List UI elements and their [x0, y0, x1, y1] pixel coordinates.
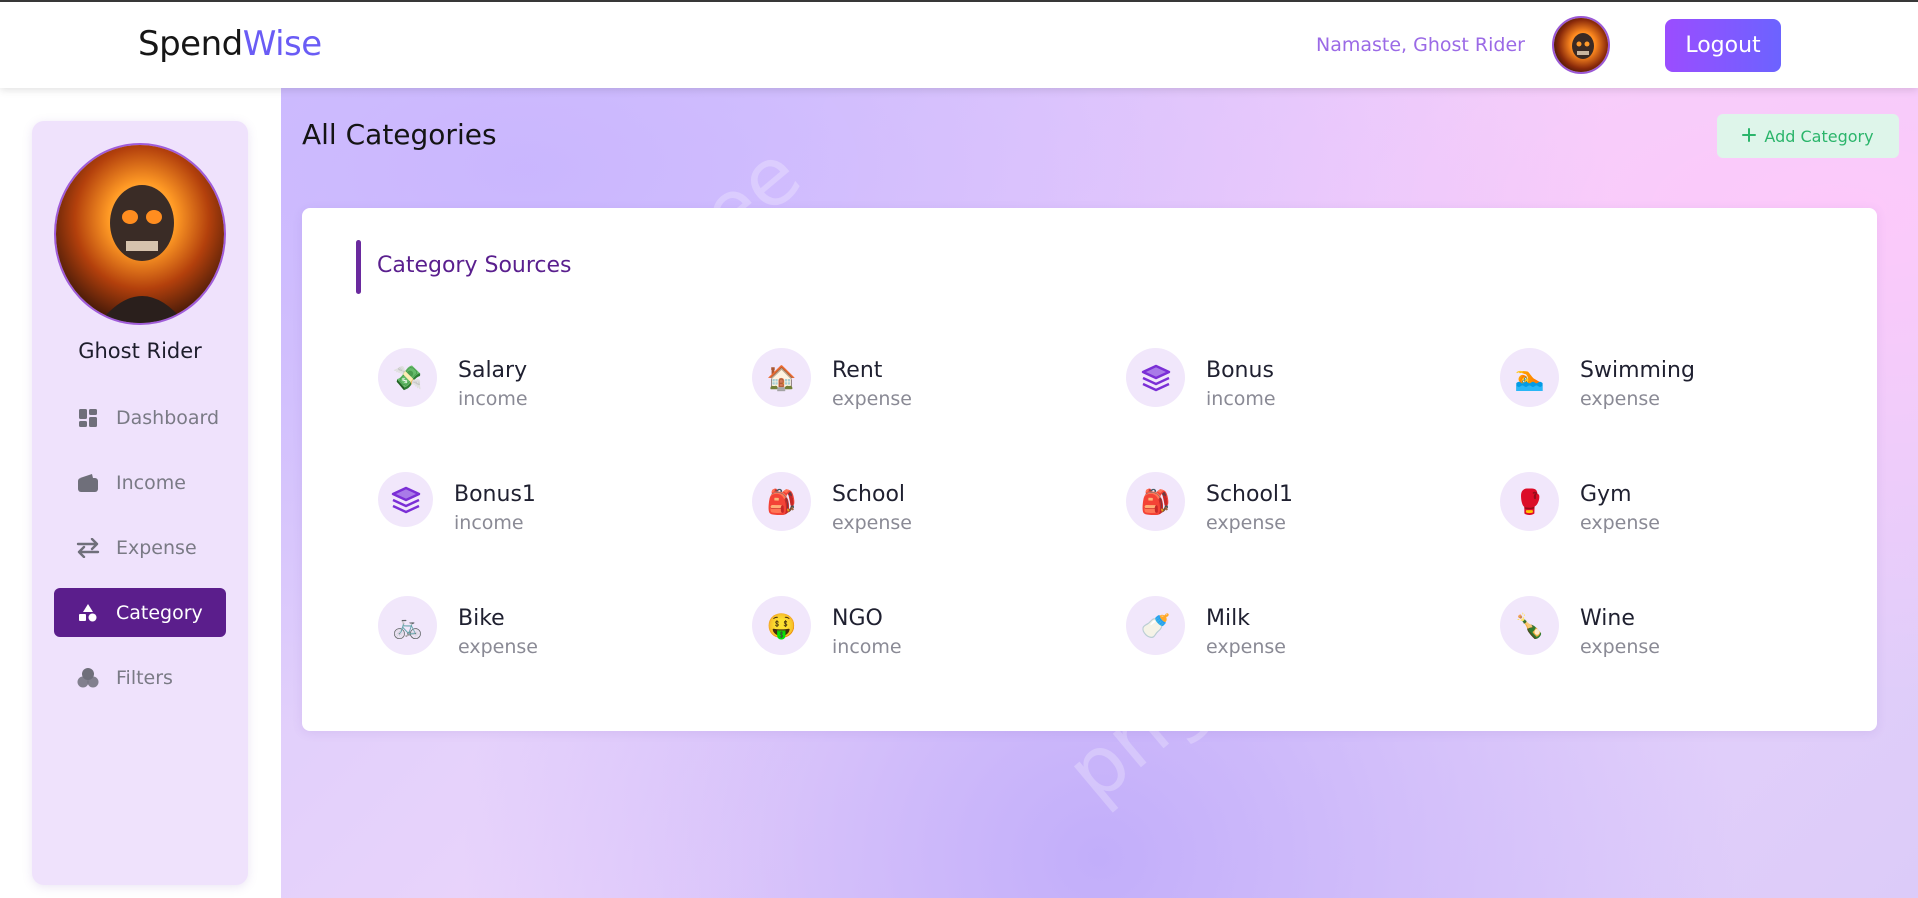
list-item[interactable]: 🍾 Wine expense: [1500, 596, 1800, 658]
list-item[interactable]: 🤑 NGO income: [752, 596, 1052, 658]
category-type: expense: [1206, 512, 1286, 534]
bicycle-icon: 🚲: [378, 596, 437, 655]
sidebar-item-label: Dashboard: [116, 406, 220, 429]
list-item[interactable]: 🍼 Milk expense: [1126, 596, 1426, 658]
card-title-accent: [356, 240, 361, 294]
filters-icon: [76, 666, 100, 690]
money-icon: 💸: [378, 348, 437, 407]
category-name: Gym: [1580, 482, 1632, 507]
list-item[interactable]: 🎒 School expense: [752, 472, 1052, 534]
category-name: Wine: [1580, 606, 1635, 631]
category-name: Rent: [832, 358, 883, 383]
add-category-button[interactable]: Add Category: [1717, 114, 1899, 158]
sidebar-item-filters[interactable]: Filters: [54, 653, 226, 702]
list-item[interactable]: 💸 Salary income: [378, 348, 678, 410]
list-item[interactable]: 🎒 School1 expense: [1126, 472, 1426, 534]
brand-text-spend: Spend: [138, 24, 243, 64]
list-item[interactable]: 🏠 Rent expense: [752, 348, 1052, 410]
stack-icon: [378, 472, 433, 527]
sidebar-item-label: Filters: [116, 666, 173, 689]
category-type: expense: [1580, 512, 1660, 534]
category-name: School: [832, 482, 906, 507]
sidebar-item-expense[interactable]: Expense: [54, 523, 226, 572]
category-type: expense: [1580, 388, 1660, 410]
category-type: income: [458, 388, 528, 410]
top-header: SpendWise Namaste, Ghost Rider Logout: [0, 2, 1918, 88]
user-greeting: Namaste, Ghost Rider: [1316, 34, 1525, 56]
swap-arrows-icon: [76, 536, 100, 560]
category-name: Bonus: [1206, 358, 1274, 383]
stack-icon: [1126, 348, 1185, 407]
category-name: School1: [1206, 482, 1294, 507]
page-title: All Categories: [302, 118, 497, 151]
house-icon: 🏠: [752, 348, 811, 407]
swimmer-icon: 🏊: [1500, 348, 1559, 407]
header-avatar[interactable]: [1552, 16, 1610, 74]
category-name: NGO: [832, 606, 883, 631]
profile-name: Ghost Rider: [78, 339, 202, 363]
profile-avatar[interactable]: [54, 143, 226, 325]
category-name: Bonus1: [454, 482, 536, 507]
sidebar-item-dashboard[interactable]: Dashboard: [54, 393, 226, 442]
category-type: expense: [1580, 636, 1660, 658]
category-type: expense: [1206, 636, 1286, 658]
category-name: Swimming: [1580, 358, 1695, 383]
sidebar-item-category[interactable]: Category: [54, 588, 226, 637]
category-type: expense: [458, 636, 538, 658]
brand-text-wise: Wise: [242, 24, 322, 64]
backpack-icon: 🎒: [752, 472, 811, 531]
category-sources-card: Category Sources 💸 Salary income 🏠 Rent …: [302, 208, 1877, 731]
baby-bottle-icon: 🍼: [1126, 596, 1185, 655]
list-item[interactable]: Bonus1 income: [378, 472, 678, 534]
dashboard-icon: [76, 406, 100, 430]
sidebar-item-label: Category: [116, 601, 203, 624]
plus-icon: [1742, 127, 1757, 146]
sidebar: Ghost Rider Dashboard Income Expense Cat…: [32, 121, 248, 885]
boxing-glove-icon: 🥊: [1500, 472, 1559, 531]
backpack-icon: 🎒: [1126, 472, 1185, 531]
category-type: income: [832, 636, 902, 658]
sidebar-nav: Dashboard Income Expense Category Filter…: [54, 393, 226, 718]
shapes-icon: [76, 601, 100, 625]
list-item[interactable]: 🚲 Bike expense: [378, 596, 678, 658]
category-type: expense: [832, 388, 912, 410]
list-item[interactable]: Bonus income: [1126, 348, 1426, 410]
wallet-icon: [76, 471, 100, 495]
sidebar-item-label: Expense: [116, 536, 197, 559]
champagne-bottle-icon: 🍾: [1500, 596, 1559, 655]
brand-logo[interactable]: SpendWise: [138, 24, 322, 64]
logout-button[interactable]: Logout: [1665, 19, 1781, 72]
category-name: Milk: [1206, 606, 1250, 631]
category-name: Salary: [458, 358, 528, 383]
add-category-label: Add Category: [1764, 126, 1874, 146]
list-item[interactable]: 🏊 Swimming expense: [1500, 348, 1800, 410]
category-type: income: [1206, 388, 1276, 410]
money-face-icon: 🤑: [752, 596, 811, 655]
list-item[interactable]: 🥊 Gym expense: [1500, 472, 1800, 534]
sidebar-item-income[interactable]: Income: [54, 458, 226, 507]
sidebar-item-label: Income: [116, 471, 186, 494]
category-type: expense: [832, 512, 912, 534]
category-name: Bike: [458, 606, 505, 631]
category-type: income: [454, 512, 524, 534]
card-title: Category Sources: [377, 253, 572, 278]
